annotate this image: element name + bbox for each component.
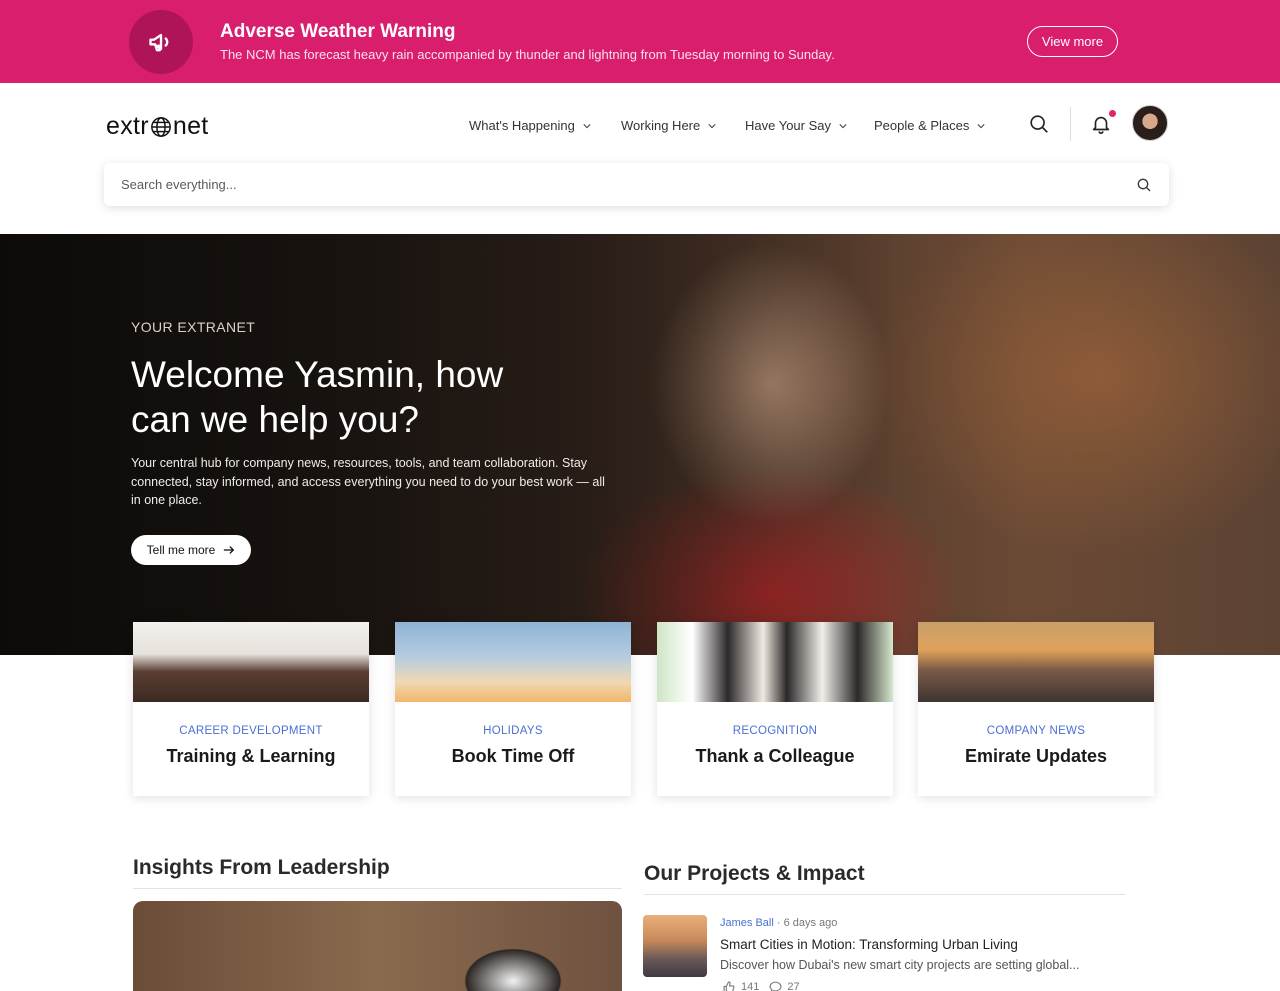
card-category: RECOGNITION	[732, 725, 818, 737]
arrow-right-icon	[224, 546, 235, 554]
meta-separator: ·	[776, 917, 784, 929]
card-category: COMPANY NEWS	[986, 725, 1086, 737]
chevron-down-icon	[583, 123, 591, 128]
weather-alert-banner: Adverse Weather Warning The NCM has fore…	[0, 0, 1280, 83]
card-book-time-off[interactable]: HOLIDAYS Book Time Off	[395, 622, 631, 796]
main-nav: What's Happening Working Here Have Your …	[469, 118, 986, 133]
hero-title: Welcome Yasmin, how can we help you?	[131, 354, 504, 440]
section-title-projects: Our Projects & Impact	[644, 862, 865, 885]
project-author[interactable]: James Ball	[720, 917, 774, 929]
nav-people-places[interactable]: People & Places	[874, 118, 986, 133]
card-title: Book Time Off	[451, 746, 575, 766]
project-time: 6 days ago	[783, 917, 838, 929]
avatar[interactable]	[1132, 105, 1168, 141]
card-title: Emirate Updates	[964, 746, 1108, 766]
alert-title: Adverse Weather Warning	[220, 21, 456, 42]
section-divider	[644, 894, 1125, 895]
nav-have-your-say[interactable]: Have Your Say	[745, 118, 874, 133]
card-image	[918, 622, 1154, 702]
section-divider	[133, 888, 622, 889]
card-category: CAREER DEVELOPMENT	[179, 725, 323, 737]
card-title: Thank a Colleague	[695, 746, 855, 766]
project-title[interactable]: Smart Cities in Motion: Transforming Urb…	[720, 937, 1018, 952]
project-thumbnail[interactable]	[643, 915, 707, 977]
search-input[interactable]	[121, 177, 1101, 192]
button-label: Tell me more	[146, 543, 216, 557]
chevron-down-icon	[708, 123, 716, 128]
card-category: HOLIDAYS	[483, 725, 543, 737]
thumbs-up-icon[interactable]	[722, 981, 736, 991]
logo-text-right: net	[172, 112, 209, 140]
notification-dot	[1108, 109, 1117, 118]
comment-icon[interactable]	[769, 981, 782, 991]
header-divider	[1070, 107, 1071, 141]
hero-description: Your central hub for company news, resou…	[131, 456, 605, 507]
card-image	[657, 622, 893, 702]
comments-count: 27	[787, 981, 800, 991]
extranet-logo[interactable]: extr net	[106, 112, 209, 141]
globe-icon	[150, 116, 171, 137]
project-meta: James Ball · 6 days ago	[720, 917, 837, 929]
nav-label: What's Happening	[469, 118, 575, 133]
chevron-down-icon	[839, 123, 847, 128]
section-title-leadership: Insights From Leadership	[133, 856, 390, 879]
tell-me-more-button[interactable]: Tell me more	[131, 535, 251, 565]
nav-label: Have Your Say	[745, 118, 832, 133]
search-bar	[104, 163, 1169, 206]
leadership-image[interactable]	[133, 901, 622, 991]
chevron-down-icon	[977, 123, 986, 128]
hero-image-overlay	[0, 234, 1280, 655]
hero-banner: YOUR EXTRANET Welcome Yasmin, how can we…	[0, 234, 1280, 655]
search-icon[interactable]	[1136, 177, 1152, 193]
project-stats: 141 27	[722, 981, 810, 991]
nav-label: Working Here	[621, 118, 701, 133]
card-image	[133, 622, 369, 702]
nav-whats-happening[interactable]: What's Happening	[469, 118, 621, 133]
nav-label: People & Places	[874, 118, 970, 133]
project-description: Discover how Dubai's new smart city proj…	[720, 958, 1080, 972]
card-image	[395, 622, 631, 702]
megaphone-icon	[129, 10, 193, 74]
view-more-button[interactable]: View more	[1027, 26, 1118, 57]
card-thank-colleague[interactable]: RECOGNITION Thank a Colleague	[657, 622, 893, 796]
card-training[interactable]: CAREER DEVELOPMENT Training & Learning	[133, 622, 369, 796]
card-emirate-updates[interactable]: COMPANY NEWS Emirate Updates	[918, 622, 1154, 796]
search-icon[interactable]	[1028, 113, 1050, 135]
nav-working-here[interactable]: Working Here	[621, 118, 745, 133]
alert-message: The NCM has forecast heavy rain accompan…	[220, 47, 835, 62]
logo-text-left: extr	[106, 112, 149, 140]
likes-count: 141	[741, 981, 760, 991]
card-title: Training & Learning	[166, 746, 336, 766]
hero-eyebrow: YOUR EXTRANET	[131, 319, 256, 335]
